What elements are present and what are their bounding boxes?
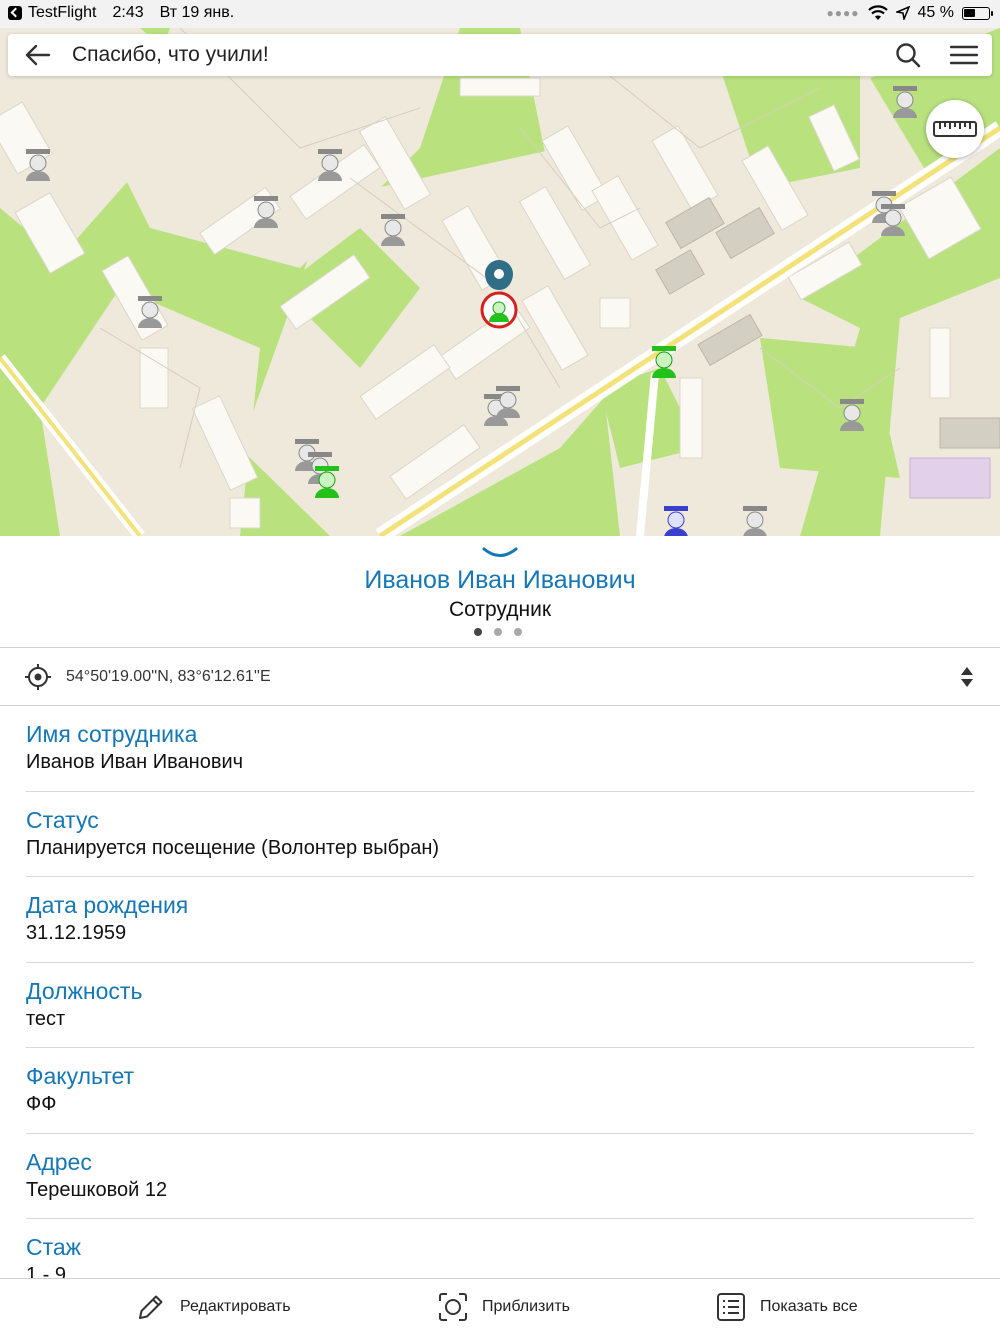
zoom-frame-icon: [439, 1293, 467, 1321]
search-button[interactable]: [880, 34, 936, 76]
page-dot-2[interactable]: [494, 628, 502, 636]
field-value: ФФ: [26, 1093, 57, 1115]
search-icon: [896, 43, 921, 68]
crosshair-icon[interactable]: [24, 663, 52, 691]
status-time: 2:43: [112, 4, 144, 21]
field-label: Дата рождения: [26, 892, 189, 918]
back-button[interactable]: [8, 34, 68, 76]
status-app-name[interactable]: TestFlight: [28, 4, 96, 22]
panel-header[interactable]: Иванов Иван Иванович Сотрудник: [0, 536, 1000, 648]
zoom-label: Приблизить: [482, 1298, 570, 1315]
field-value: Иванов Иван Иванович: [26, 751, 244, 773]
page-dot-3[interactable]: [514, 628, 522, 636]
status-bar: TestFlight 2:43 Вт 19 янв. ●●●● 45 %: [0, 0, 1000, 28]
edit-label: Редактировать: [180, 1298, 291, 1315]
field-value: Планируется посещение (Волонтер выбран): [26, 836, 440, 859]
field-position: Должность тест: [26, 963, 974, 1048]
battery-percent: 45 %: [917, 4, 954, 21]
map-canvas[interactable]: [0, 28, 1000, 536]
attribute-list: Имя сотрудника Иванов Иван Иванович Стат…: [0, 706, 1000, 1305]
field-label: Адрес: [26, 1148, 92, 1175]
page-indicator[interactable]: [474, 628, 522, 636]
arrow-left-icon: [25, 44, 51, 66]
field-address: Адрес Терешковой 12: [26, 1134, 974, 1219]
list-icon: [717, 1293, 745, 1321]
page-dot-1[interactable]: [474, 628, 482, 636]
location-arrow-icon: [895, 6, 910, 20]
battery-icon: [962, 6, 993, 20]
field-value: 31.12.1959: [26, 922, 127, 944]
person-role: Сотрудник: [448, 598, 552, 621]
sort-updown-icon[interactable]: [960, 666, 974, 688]
zoom-to-button[interactable]: Приблизить: [438, 1279, 570, 1334]
field-employee-name: Имя сотрудника Иванов Иван Иванович: [26, 706, 974, 792]
map-view[interactable]: [0, 28, 1000, 536]
hamburger-menu-icon: [950, 45, 978, 65]
coordinates-row[interactable]: 54°50'19.00''N, 83°6'12.61''E: [0, 648, 1000, 706]
field-label: Имя сотрудника: [26, 721, 198, 747]
field-value: Терешковой 12: [26, 1178, 168, 1201]
show-all-label: Показать все: [760, 1298, 858, 1315]
edit-button[interactable]: Редактировать: [136, 1279, 291, 1334]
status-date: Вт 19 янв.: [159, 4, 235, 21]
show-all-button[interactable]: Показать все: [716, 1279, 858, 1334]
signal-dots-icon: ●●●●: [826, 6, 860, 20]
field-value: тест: [26, 1007, 66, 1030]
chevron-down-icon[interactable]: [482, 546, 518, 560]
coordinates-text: 54°50'19.00''N, 83°6'12.61''E: [66, 667, 271, 685]
menu-button[interactable]: [936, 34, 992, 76]
person-name: Иванов Иван Иванович: [364, 566, 636, 594]
field-label: Стаж: [26, 1234, 82, 1260]
ruler-button[interactable]: [926, 100, 984, 158]
ruler-icon: [933, 121, 977, 137]
page-title: Спасибо, что учили!: [72, 43, 269, 66]
object-info-panel: Иванов Иван Иванович Сотрудник 54°50'19.…: [0, 536, 1000, 1286]
field-label: Статус: [26, 806, 99, 833]
pencil-icon: [139, 1295, 163, 1319]
field-label: Факультет: [26, 1063, 135, 1089]
back-to-app-icon[interactable]: [8, 6, 22, 20]
field-birth-date: Дата рождения 31.12.1959: [26, 877, 974, 963]
top-app-bar: Спасибо, что учили!: [8, 34, 992, 76]
field-faculty: Факультет ФФ: [26, 1048, 974, 1134]
field-status: Статус Планируется посещение (Волонтер в…: [26, 792, 974, 877]
app-screen: TestFlight 2:43 Вт 19 янв. ●●●● 45 % Спа…: [0, 0, 1000, 1334]
field-label: Должность: [26, 977, 143, 1004]
bottom-toolbar: Редактировать Приблизить Показать все: [0, 1278, 1000, 1334]
wifi-icon: [867, 5, 888, 20]
